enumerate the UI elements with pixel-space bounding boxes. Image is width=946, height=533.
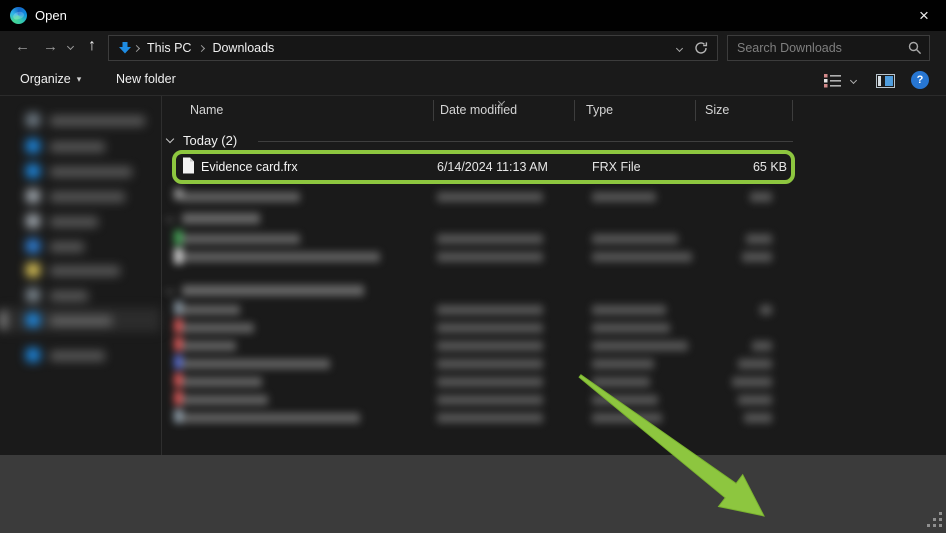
group-collapse-chevron-icon (166, 286, 174, 294)
redacted-name-bar (182, 234, 300, 244)
list-blurred-rows (0, 0, 946, 455)
redacted-size-bar (760, 305, 772, 315)
redacted-date-bar (437, 341, 543, 351)
redacted-date-bar (437, 192, 543, 202)
redacted-date-bar (437, 323, 543, 333)
redacted-size-bar (746, 234, 772, 244)
redacted-date-bar (437, 359, 543, 369)
redacted-date-bar (437, 234, 543, 244)
redacted-size-bar (752, 341, 772, 351)
open-dialog-window: Open × ← → ↑ This PC Downloads Organize▾ (0, 0, 946, 533)
redacted-type-bar (592, 323, 670, 333)
footer-panel: File name: All files (*.*) Upload from m… (0, 455, 946, 533)
redacted-type-bar (592, 305, 666, 315)
redacted-type-bar (592, 192, 656, 202)
redacted-name-bar (182, 395, 268, 405)
redacted-date-bar (437, 395, 543, 405)
redacted-date-bar (437, 377, 543, 387)
redacted-date-bar (437, 252, 543, 262)
redacted-size-bar (738, 395, 772, 405)
redacted-type-bar (592, 395, 658, 405)
redacted-type-bar (592, 359, 654, 369)
redacted-type-bar (592, 341, 688, 351)
redacted-size-bar (750, 192, 772, 202)
redacted-size-bar (742, 252, 772, 262)
redacted-name-bar (182, 305, 240, 315)
redacted-type-bar (592, 377, 650, 387)
redacted-name-bar (182, 341, 236, 351)
blurred-file-row[interactable] (163, 246, 803, 268)
resize-grip[interactable] (939, 512, 942, 515)
redacted-type-bar (592, 252, 692, 262)
redacted-name-bar (182, 377, 262, 387)
blurred-file-row[interactable] (163, 407, 803, 429)
redacted-date-bar (437, 305, 543, 315)
redacted-size-bar (738, 359, 772, 369)
redacted-name-bar (182, 252, 380, 262)
redacted-size-bar (732, 377, 772, 387)
redacted-text-bar (182, 213, 260, 224)
redacted-size-bar (744, 413, 772, 423)
redacted-name-bar (182, 413, 360, 423)
blurred-group-header[interactable] (163, 208, 803, 230)
redacted-name-bar (182, 323, 254, 333)
redacted-type-bar (592, 234, 678, 244)
redacted-name-bar (182, 359, 330, 369)
redacted-date-bar (437, 413, 543, 423)
group-collapse-chevron-icon (166, 214, 174, 222)
highlight-box-annotation (172, 150, 795, 184)
redacted-name-bar (182, 192, 300, 202)
blurred-file-row[interactable] (163, 186, 803, 208)
redacted-type-bar (592, 413, 662, 423)
redacted-text-bar (182, 285, 364, 296)
